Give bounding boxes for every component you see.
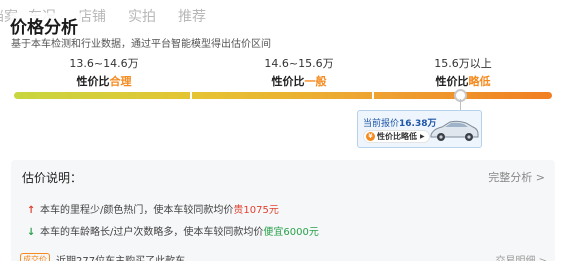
yuan-coin-icon: ¥	[366, 132, 375, 141]
range-label-prefix: 性价比	[435, 75, 469, 88]
range-price: 13.6~14.6万	[69, 57, 139, 70]
arrow-down-icon: ↓	[27, 227, 36, 238]
price-range-reasonable: 13.6~14.6万 性价比合理	[44, 55, 164, 89]
estimate-row-text: 本车的里程少/颜色热门，使本车较同款均价	[40, 205, 234, 216]
range-label: 性价比一般	[239, 73, 359, 89]
estimate-row-highlight: 便宜6000元	[263, 227, 319, 238]
page-subtitle: 基于本车检测和行业数据，通过平台智能模型得出估价区间	[11, 39, 271, 50]
range-label-prefix: 性价比	[76, 75, 110, 88]
play-triangle-icon: ▶	[420, 133, 425, 140]
range-label-accent: 一般	[304, 75, 327, 88]
range-label-accent: 合理	[109, 75, 132, 88]
tab-photos[interactable]: 实拍	[128, 6, 156, 26]
range-price: 15.6万以上	[434, 57, 492, 70]
tab-recommend[interactable]: 推荐	[178, 6, 206, 26]
car-icon	[430, 120, 479, 141]
full-analysis-link[interactable]: 完整分析 >	[488, 169, 545, 185]
price-gradient-bar	[14, 89, 552, 102]
deal-price-badge: 成交价	[20, 252, 50, 261]
arrow-up-icon: ↑	[27, 205, 36, 216]
price-range-low: 15.6万以上 性价比略低	[408, 55, 518, 89]
bar-divider	[372, 92, 374, 99]
estimate-row-pro: ↑ 本车的里程少/颜色热门，使本车较同款均价贵1075元	[27, 201, 279, 216]
price-range-average: 14.6~15.6万 性价比一般	[239, 55, 359, 89]
estimate-title: 估价说明：	[22, 171, 83, 185]
value-badge[interactable]: ¥ 性价比略低 ▶	[363, 130, 430, 143]
value-badge-label: 性价比略低	[377, 132, 417, 141]
deal-text: 近期277位车主购买了此款车	[56, 255, 186, 261]
range-price: 14.6~15.6万	[264, 57, 334, 70]
current-price-text: 当前报价16.38万	[363, 116, 436, 129]
tab-store[interactable]: 店铺	[78, 6, 106, 26]
current-price-card[interactable]: 当前报价16.38万 ¥ 性价比略低 ▶	[357, 110, 482, 148]
range-label-accent: 略低	[468, 75, 491, 88]
estimate-panel: 估价说明： 完整分析 > ↑ 本车的里程少/颜色热门，使本车较同款均价贵1075元…	[11, 160, 555, 261]
range-label-prefix: 性价比	[271, 75, 305, 88]
range-label: 性价比合理	[44, 73, 164, 89]
bar-divider	[190, 92, 192, 99]
deal-summary: 成交价 近期277位车主购买了此款车	[20, 252, 185, 261]
range-label: 性价比略低	[408, 73, 518, 89]
current-price-label: 当前报价	[363, 119, 400, 129]
estimate-row-con: ↓ 本车的车龄略长/过户次数略多，使本车较同款均价便宜6000元	[27, 223, 319, 238]
estimate-row-highlight: 贵1075元	[233, 205, 279, 216]
transaction-details-link[interactable]: 交易明细 >	[495, 252, 547, 261]
estimate-row-text: 本车的车龄略长/过户次数略多，使本车较同款均价	[40, 227, 264, 238]
